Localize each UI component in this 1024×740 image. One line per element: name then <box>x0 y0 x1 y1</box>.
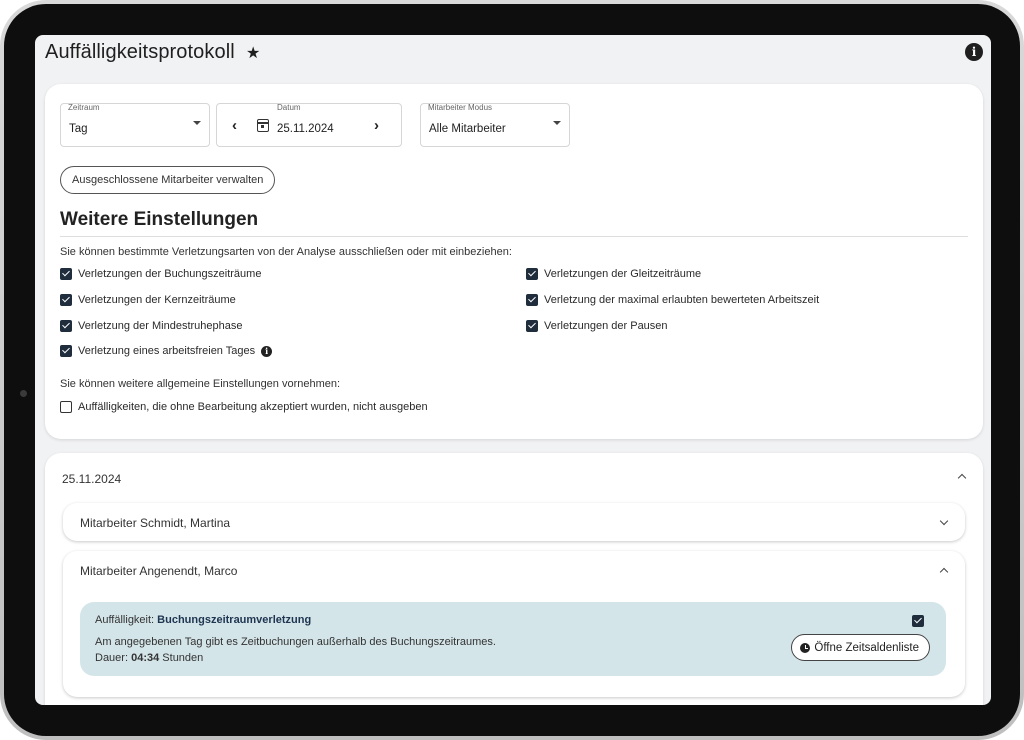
acknowledge-checkbox[interactable] <box>912 615 924 627</box>
checkbox-label: Verletzungen der Kernzeiträume <box>78 294 236 306</box>
calendar-icon[interactable] <box>257 119 269 132</box>
checkbox-mindestruhephase[interactable]: Verletzung der Mindestruhephase <box>60 320 243 332</box>
checkbox-unchecked-icon[interactable] <box>60 401 72 413</box>
checkbox-label: Verletzungen der Pausen <box>544 320 668 332</box>
datum-label: Datum <box>277 103 301 112</box>
results-card: 25.11.2024 Mitarbeiter Schmidt, Martina … <box>45 453 983 705</box>
settings-card: Zeitraum Tag Datum ‹ 25.11.2024 › Mitarb… <box>45 84 983 439</box>
checkbox-max-arbeitszeit[interactable]: Verletzung der maximal erlaubten bewerte… <box>526 294 819 306</box>
datum-picker: Datum ‹ 25.11.2024 › <box>216 103 402 147</box>
general-hint: Sie können weitere allgemeine Einstellun… <box>60 378 341 390</box>
mitarbeiter-modus-value: Alle Mitarbeiter <box>429 123 506 135</box>
next-day-icon[interactable]: › <box>374 117 379 134</box>
caret-down-icon <box>553 121 561 125</box>
alert-type: Buchungszeitraumverletzung <box>157 614 312 626</box>
chevron-up-icon[interactable] <box>939 567 949 577</box>
checkbox-label: Verletzungen der Buchungszeiträume <box>78 268 262 280</box>
info-icon[interactable]: i <box>965 43 983 61</box>
app-screen: Auffälligkeitsprotokoll ★ i Zeitraum Tag… <box>35 35 991 705</box>
checkbox-checked-icon[interactable] <box>526 294 538 306</box>
alert-prefix: Auffälligkeit: <box>95 614 155 626</box>
checkbox-arbeitsfreier-tag[interactable]: Verletzung eines arbeitsfreien Tages i <box>60 345 273 357</box>
checkbox-accepted-not-output[interactable]: Auffälligkeiten, die ohne Bearbeitung ak… <box>60 401 428 413</box>
info-icon[interactable]: i <box>261 345 273 357</box>
excluded-employees-button[interactable]: Ausgeschlossene Mitarbeiter verwalten <box>60 166 276 194</box>
star-icon[interactable]: ★ <box>246 43 260 63</box>
caret-down-icon <box>193 121 201 125</box>
chevron-down-icon[interactable] <box>939 516 949 526</box>
employee-panel-angenendt: Mitarbeiter Angenendt, Marco Auffälligke… <box>63 551 965 697</box>
employee-name: Mitarbeiter Schmidt, Martina <box>80 516 231 530</box>
employee-panel-schmidt[interactable]: Mitarbeiter Schmidt, Martina <box>63 503 965 541</box>
checkbox-kernzeitraeume[interactable]: Verletzungen der Kernzeiträume <box>60 294 236 306</box>
zeitraum-select[interactable]: Zeitraum Tag <box>60 103 210 147</box>
employee-name[interactable]: Mitarbeiter Angenendt, Marco <box>80 564 237 578</box>
datum-value[interactable]: 25.11.2024 <box>277 123 334 135</box>
checkbox-checked-icon[interactable] <box>526 320 538 332</box>
checkbox-label: Verletzung der maximal erlaubten bewerte… <box>544 294 820 306</box>
previous-day-icon[interactable]: ‹ <box>232 117 237 134</box>
alert-duration: Dauer: 04:34 Stunden <box>95 652 203 664</box>
checkbox-checked-icon[interactable] <box>526 268 538 280</box>
checkbox-label: Verletzungen der Gleitzeiträume <box>544 268 702 280</box>
page-title: Auffälligkeitsprotokoll <box>45 41 235 63</box>
duration-prefix: Dauer: <box>95 652 129 664</box>
open-zeitsaldenliste-button[interactable]: Öffne Zeitsaldenliste <box>791 634 930 661</box>
checkbox-checked-icon[interactable] <box>60 345 72 357</box>
checkbox-checked-icon[interactable] <box>60 268 72 280</box>
clock-icon <box>800 642 811 653</box>
checkbox-gleitzeitraeume[interactable]: Verletzungen der Gleitzeiträume <box>526 268 701 280</box>
checkbox-label: Auffälligkeiten, die ohne Bearbeitung ak… <box>78 401 428 413</box>
date-group-header[interactable]: 25.11.2024 <box>62 472 121 486</box>
alert-type-line: Auffälligkeit: Buchungszeitraumverletzun… <box>95 614 311 626</box>
mitarbeiter-modus-label: Mitarbeiter Modus <box>428 103 493 112</box>
checkbox-buchungszeitraeume[interactable]: Verletzungen der Buchungszeiträume <box>60 268 261 280</box>
alert-card: Auffälligkeit: Buchungszeitraumverletzun… <box>80 602 946 676</box>
divider <box>60 236 968 237</box>
camera-dot <box>20 390 27 397</box>
checkbox-label: Verletzung der Mindestruhephase <box>78 320 243 332</box>
checkbox-checked-icon[interactable] <box>60 320 72 332</box>
mitarbeiter-modus-select[interactable]: Mitarbeiter Modus Alle Mitarbeiter <box>420 103 570 147</box>
title-bar: Auffälligkeitsprotokoll ★ i <box>35 35 991 77</box>
button-label: Öffne Zeitsaldenliste <box>814 641 919 654</box>
checkbox-checked-icon[interactable] <box>60 294 72 306</box>
checkbox-label: Verletzung eines arbeitsfreien Tages <box>78 345 256 357</box>
chevron-up-icon[interactable] <box>957 473 967 483</box>
violations-hint: Sie können bestimmte Verletzungsarten vo… <box>60 246 512 258</box>
zeitraum-value: Tag <box>69 123 88 135</box>
duration-value: 04:34 <box>131 652 160 664</box>
zeitraum-label: Zeitraum <box>68 103 100 112</box>
section-title: Weitere Einstellungen <box>60 209 259 230</box>
checkbox-pausen[interactable]: Verletzungen der Pausen <box>526 320 668 332</box>
duration-unit: Stunden <box>162 652 204 664</box>
alert-description: Am angegebenen Tag gibt es Zeitbuchungen… <box>95 636 496 648</box>
